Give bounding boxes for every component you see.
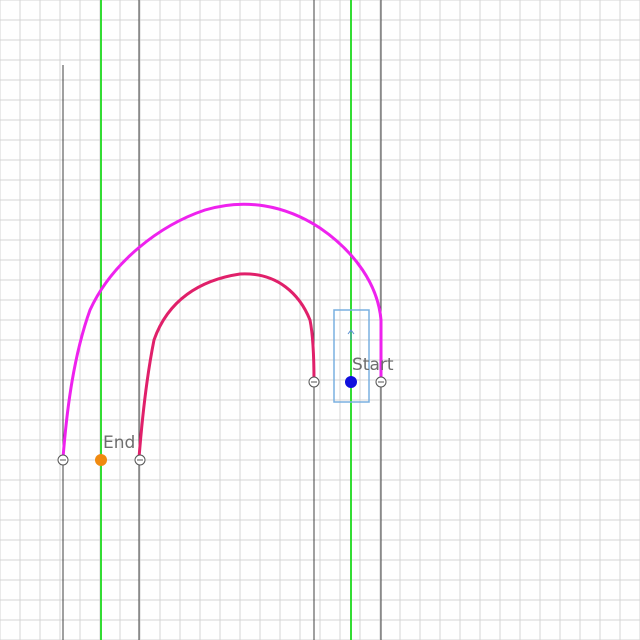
- end-label: End: [103, 433, 135, 453]
- end-marker: [95, 454, 107, 466]
- path-node: [134, 454, 146, 466]
- path-node: [308, 376, 320, 388]
- path-node: [375, 376, 387, 388]
- start-label: Start: [352, 355, 394, 375]
- path-planning-canvas: Start End: [0, 0, 640, 640]
- path-node: [57, 454, 69, 466]
- start-marker: [345, 376, 357, 388]
